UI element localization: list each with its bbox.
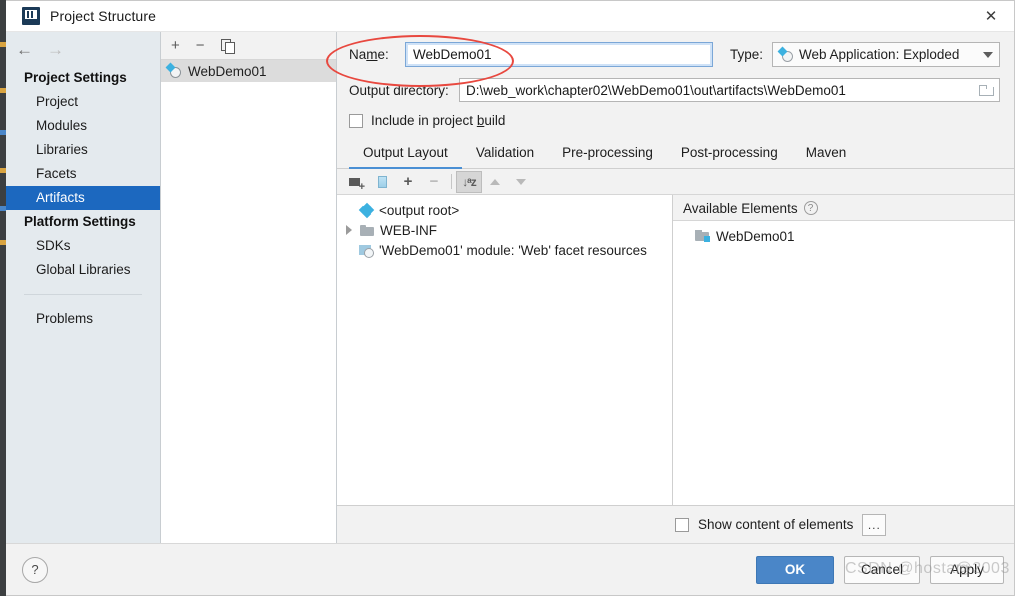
show-content-label: Show content of elements: [698, 517, 854, 532]
sidebar-item-facets[interactable]: Facets: [6, 162, 160, 186]
type-label: Type:: [729, 47, 763, 62]
chevron-down-icon: [983, 51, 993, 58]
artifact-list-toolbar: + −: [161, 32, 336, 60]
output-directory-value: D:\web_work\chapter02\WebDemo01\out\arti…: [466, 82, 846, 98]
close-icon[interactable]: ✕: [968, 1, 1014, 32]
available-elements-header: Available Elements ?: [673, 195, 1014, 221]
artifact-form: Name: Type: Web Application: Exploded Ou…: [337, 32, 1014, 137]
bottom-options-row: Show content of elements ...: [337, 505, 1014, 543]
title-bar: Project Structure ✕: [6, 1, 1014, 32]
settings-sidebar: ← → Project Settings Project Modules Lib…: [6, 32, 161, 543]
sidebar-item-global-libraries[interactable]: Global Libraries: [6, 258, 160, 282]
available-elements-tree[interactable]: WebDemo01: [673, 221, 1014, 505]
forward-arrow-icon[interactable]: →: [47, 41, 64, 58]
tree-row-label: <output root>: [379, 202, 460, 218]
toolbar-divider: [451, 174, 452, 189]
plus-dropdown-icon[interactable]: +: [395, 171, 421, 193]
layout-panes: <output root> WEB-INF 'WebDemo01' module…: [337, 195, 1014, 505]
arrow-down-icon[interactable]: [508, 171, 534, 193]
sidebar-nav-arrows: ← →: [6, 32, 160, 66]
output-layout-toolbar: + − ↓ᵃz: [337, 169, 1014, 195]
intellij-idea-icon: [22, 7, 40, 25]
output-layout-tree[interactable]: <output root> WEB-INF 'WebDemo01' module…: [337, 195, 673, 505]
tab-pre-processing[interactable]: Pre-processing: [548, 139, 667, 169]
name-label: Name:: [349, 47, 389, 62]
tree-row[interactable]: WEB-INF: [337, 220, 672, 240]
tree-row[interactable]: <output root>: [337, 200, 672, 220]
remove-artifact-icon[interactable]: −: [196, 38, 205, 53]
sidebar-divider: [24, 294, 142, 295]
project-structure-dialog: Project Structure ✕ ← → Project Settings…: [6, 0, 1015, 596]
artifact-tabs: Output Layout Validation Pre-processing …: [337, 139, 1014, 169]
apply-button[interactable]: Apply: [930, 555, 1004, 584]
web-application-icon: [777, 46, 793, 62]
list-item-label: WebDemo01: [716, 228, 795, 244]
tree-row-label: WEB-INF: [380, 222, 437, 238]
tab-maven[interactable]: Maven: [792, 139, 861, 169]
add-artifact-icon[interactable]: +: [171, 38, 180, 53]
back-arrow-icon[interactable]: ←: [16, 41, 33, 58]
include-in-build-label: Include in project build: [371, 113, 506, 128]
artifact-list-item-label: WebDemo01: [188, 63, 267, 79]
arrow-up-icon[interactable]: [482, 171, 508, 193]
cancel-button[interactable]: Cancel: [843, 555, 920, 584]
module-folder-icon: [695, 230, 710, 242]
ok-button[interactable]: OK: [755, 555, 834, 584]
artifact-editor-panel: Name: Type: Web Application: Exploded Ou…: [337, 32, 1014, 543]
output-directory-input[interactable]: D:\web_work\chapter02\WebDemo01\out\arti…: [459, 78, 1000, 102]
help-icon[interactable]: ?: [803, 201, 818, 215]
minus-icon[interactable]: −: [421, 171, 447, 193]
artifact-list-item[interactable]: WebDemo01: [161, 60, 336, 82]
help-button[interactable]: ?: [22, 556, 48, 583]
folder-icon: [360, 224, 374, 236]
sidebar-item-artifacts[interactable]: Artifacts: [6, 186, 160, 210]
output-directory-row: Output directory: D:\web_work\chapter02\…: [349, 78, 1000, 102]
available-elements-title: Available Elements: [683, 200, 798, 216]
include-in-build-checkbox[interactable]: [349, 113, 363, 128]
more-options-button[interactable]: ...: [862, 513, 887, 536]
artifact-root-icon: [358, 202, 375, 218]
artifact-list-panel: + − WebDemo01: [161, 32, 337, 543]
sidebar-item-project[interactable]: Project: [6, 90, 160, 114]
dialog-body: ← → Project Settings Project Modules Lib…: [6, 32, 1014, 543]
sort-alpha-icon[interactable]: ↓ᵃz: [456, 170, 482, 193]
include-in-build-row: Include in project build: [349, 113, 1000, 128]
tab-post-processing[interactable]: Post-processing: [667, 139, 792, 169]
sidebar-item-modules[interactable]: Modules: [6, 114, 160, 138]
module-facet-icon: [359, 244, 374, 258]
tree-row-label: 'WebDemo01' module: 'Web' facet resource…: [379, 242, 647, 258]
artifact-type-value: Web Application: Exploded: [799, 47, 960, 62]
group-title-project-settings: Project Settings: [24, 70, 127, 85]
dialog-footer: ? OK Cancel Apply: [6, 543, 1014, 595]
artifact-type-dropdown[interactable]: Web Application: Exploded: [772, 42, 1000, 67]
browse-folder-icon[interactable]: [979, 85, 994, 96]
window-title: Project Structure: [50, 8, 156, 24]
sidebar-item-problems[interactable]: Problems: [6, 307, 160, 331]
output-directory-label: Output directory:: [349, 82, 449, 98]
name-row: Name: Type: Web Application: Exploded: [349, 42, 1000, 67]
archive-icon[interactable]: [369, 171, 395, 193]
tab-output-layout[interactable]: Output Layout: [349, 139, 462, 169]
tree-row[interactable]: 'WebDemo01' module: 'Web' facet resource…: [337, 240, 672, 260]
available-elements-panel: Available Elements ? WebDemo01: [673, 195, 1014, 505]
tree-twisty-icon[interactable]: [343, 225, 354, 235]
web-artifact-icon: [165, 62, 181, 78]
tab-validation[interactable]: Validation: [462, 139, 548, 169]
show-content-checkbox[interactable]: [675, 517, 689, 532]
name-input[interactable]: [405, 42, 713, 67]
group-title-platform-settings: Platform Settings: [24, 214, 136, 229]
sidebar-item-sdks[interactable]: SDKs: [6, 234, 160, 258]
copy-artifact-icon[interactable]: [220, 39, 235, 54]
list-item[interactable]: WebDemo01: [673, 226, 1014, 246]
sidebar-item-libraries[interactable]: Libraries: [6, 138, 160, 162]
folder-add-icon[interactable]: [343, 171, 369, 193]
